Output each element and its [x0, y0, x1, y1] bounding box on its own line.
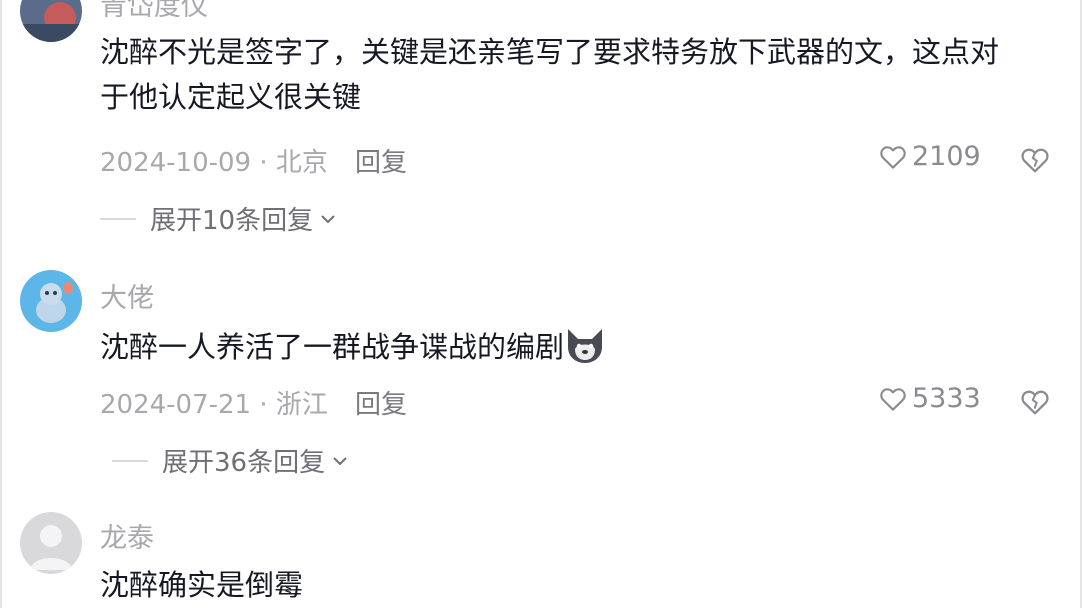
avatar[interactable]	[20, 0, 82, 42]
avatar[interactable]	[20, 270, 82, 332]
expand-divider-line	[112, 459, 148, 462]
expand-replies-button[interactable]: 展开36条回复	[112, 442, 349, 479]
chevron-down-icon	[333, 456, 347, 465]
heart-outline-icon	[880, 387, 906, 411]
chevron-down-icon	[321, 214, 335, 223]
broken-heart-icon[interactable]	[1019, 386, 1051, 418]
left-edge-divider	[0, 0, 2, 608]
reply-button[interactable]: 回复	[355, 384, 407, 421]
expand-replies-button[interactable]: 展开10条回复	[100, 200, 337, 237]
expand-divider-line	[100, 217, 136, 220]
like-count: 5333	[912, 383, 981, 414]
reply-button[interactable]: 回复	[355, 142, 407, 179]
like-button[interactable]: 5333	[878, 383, 981, 414]
comment-username[interactable]: 龙泰	[100, 516, 154, 555]
comment-text: 沈醉不光是签字了，关键是还亲笔写了要求特务放下武器的文，这点对于他认定起义很关键	[100, 35, 1000, 114]
comment-date-location: 2024-10-09 · 北京	[100, 148, 328, 178]
comment-meta: 2024-07-21 · 浙江 回复	[100, 384, 407, 421]
avatar[interactable]	[20, 512, 82, 574]
comment-text: 沈醉确实是倒霉	[100, 568, 304, 602]
comment-text-body: 沈醉一人养活了一群战争谍战的编剧	[100, 330, 565, 364]
expand-replies-label: 展开10条回复	[150, 206, 314, 236]
broken-heart-icon[interactable]	[1019, 144, 1051, 176]
comment-date-location: 2024-07-21 · 浙江	[100, 390, 328, 420]
expand-replies-label: 展开36条回复	[162, 448, 326, 478]
comment-username[interactable]: 青岱度仪	[100, 0, 208, 23]
like-count: 2109	[912, 141, 981, 172]
like-button[interactable]: 2109	[878, 141, 981, 172]
heart-outline-icon	[880, 145, 906, 169]
comment-text: 沈醉一人养活了一群战争谍战的编剧	[100, 325, 1020, 370]
comment-username[interactable]: 大佬	[100, 276, 154, 315]
wolf-emoji-icon	[568, 329, 603, 363]
comment-meta: 2024-10-09 · 北京 回复	[100, 142, 407, 179]
